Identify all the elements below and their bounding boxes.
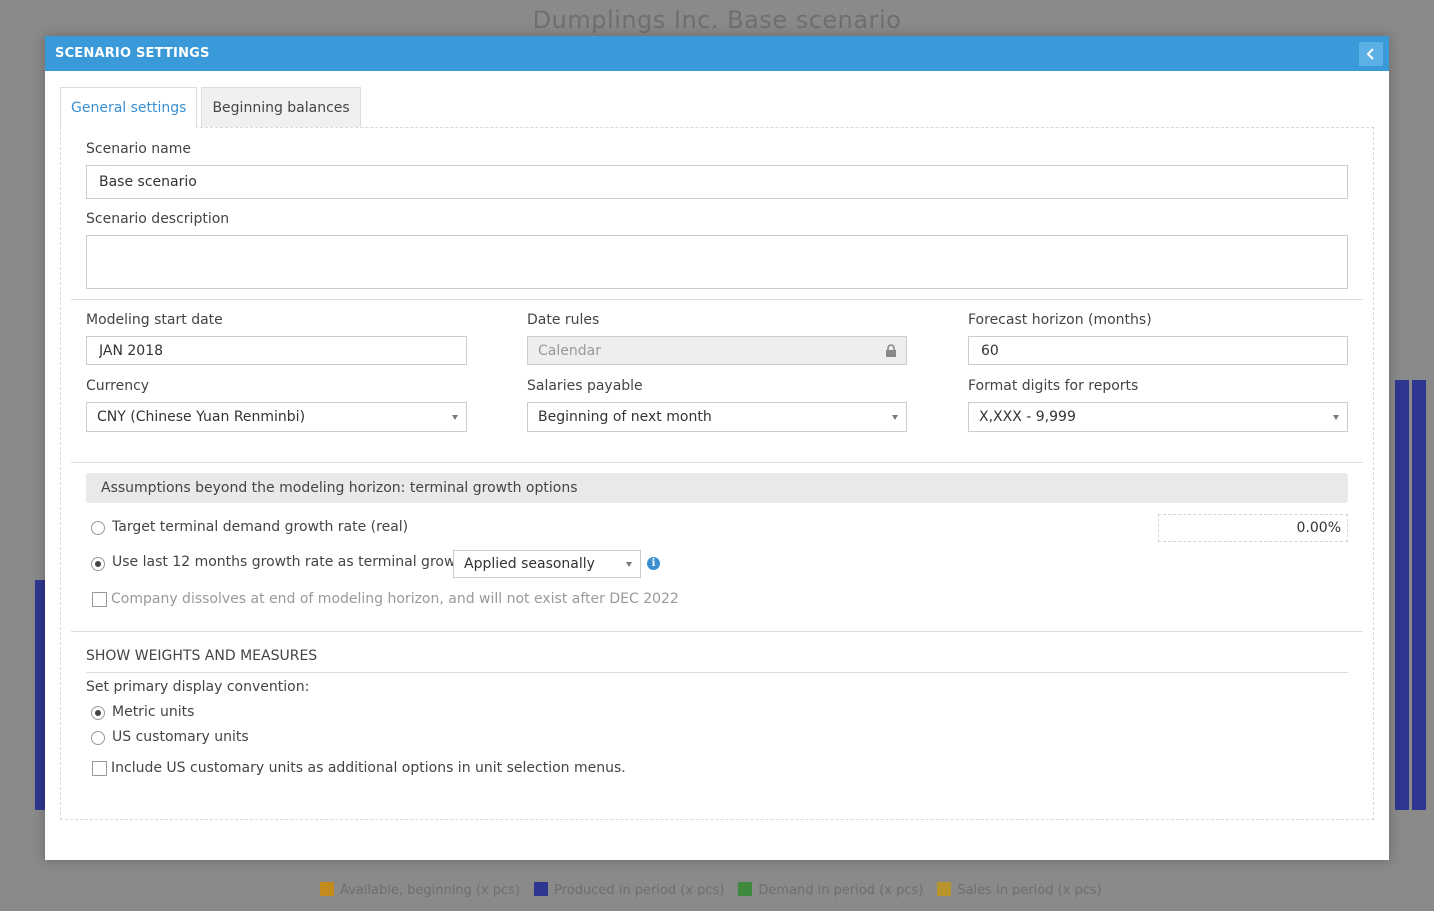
background-chart-bar-right-2 xyxy=(1412,380,1426,810)
legend-swatch xyxy=(937,882,952,896)
currency-select[interactable]: CNY (Chinese Yuan Renminbi) xyxy=(86,402,467,432)
format-digits-select[interactable]: X,XXX - 9,999 xyxy=(968,402,1348,432)
modal-title: SCENARIO SETTINGS xyxy=(55,46,210,61)
terminal-growth-section-title: Assumptions beyond the modeling horizon:… xyxy=(86,473,1348,503)
scenario-description-label: Scenario description xyxy=(86,211,230,227)
scenario-name-label: Scenario name xyxy=(86,141,192,157)
background-chart-legend: Available, beginning (x pcs) Produced in… xyxy=(320,882,1102,898)
background-chart-bar-left xyxy=(35,580,45,810)
chevron-down-icon xyxy=(452,415,458,420)
chevron-left-icon xyxy=(1366,47,1374,60)
seasonality-select[interactable]: Applied seasonally xyxy=(453,550,641,578)
scenario-settings-modal: SCENARIO SETTINGS General settings Begin… xyxy=(45,36,1389,860)
chevron-down-icon xyxy=(892,415,898,420)
divider xyxy=(71,631,1363,632)
salaries-payable-label: Salaries payable xyxy=(527,378,643,394)
date-rules-field: Calendar xyxy=(527,336,907,365)
background-chart-bar-right-1 xyxy=(1395,380,1409,810)
checkbox-company-dissolves[interactable] xyxy=(92,592,107,607)
company-dissolves-label: Company dissolves at end of modeling hor… xyxy=(111,591,679,607)
tab-general-settings[interactable]: General settings xyxy=(60,87,198,128)
chevron-down-icon xyxy=(626,562,632,567)
include-us-units-label: Include US customary units as additional… xyxy=(111,760,626,776)
scenario-name-input[interactable] xyxy=(86,165,1348,199)
modal-header: SCENARIO SETTINGS xyxy=(45,36,1389,71)
divider xyxy=(86,672,1348,673)
collapse-button[interactable] xyxy=(1359,41,1383,66)
radio-us-customary-units[interactable] xyxy=(91,731,105,745)
weights-measures-title: SHOW WEIGHTS AND MEASURES xyxy=(86,648,318,664)
divider xyxy=(71,299,1363,300)
scenario-description-input[interactable] xyxy=(86,235,1348,289)
tab-beginning-balances[interactable]: Beginning balances xyxy=(201,87,361,127)
format-digits-value: X,XXX - 9,999 xyxy=(979,409,1076,425)
modeling-start-input[interactable] xyxy=(86,336,467,365)
radio-target-terminal-growth[interactable] xyxy=(91,521,105,535)
format-digits-label: Format digits for reports xyxy=(968,378,1139,394)
salaries-payable-value: Beginning of next month xyxy=(538,409,712,425)
currency-label: Currency xyxy=(86,378,150,394)
currency-value: CNY (Chinese Yuan Renminbi) xyxy=(97,409,306,425)
lock-icon xyxy=(886,344,896,357)
salaries-payable-select[interactable]: Beginning of next month xyxy=(527,402,907,432)
date-rules-value: Calendar xyxy=(538,342,601,359)
target-terminal-growth-label: Target terminal demand growth rate (real… xyxy=(112,519,409,535)
background-title: Dumplings Inc. Base scenario xyxy=(532,6,902,34)
legend-swatch xyxy=(534,882,549,896)
forecast-horizon-input[interactable] xyxy=(968,336,1348,365)
legend-item: Available, beginning (x pcs) xyxy=(320,882,520,898)
forecast-horizon-label: Forecast horizon (months) xyxy=(968,312,1152,328)
metric-units-label: Metric units xyxy=(112,704,195,720)
target-terminal-growth-value: 0.00% xyxy=(1296,520,1341,536)
legend-swatch xyxy=(738,882,753,896)
info-icon[interactable]: i xyxy=(647,557,660,570)
legend-item: Sales in period (x pcs) xyxy=(937,882,1102,898)
divider xyxy=(71,462,1363,463)
legend-swatch xyxy=(320,882,334,896)
tab-bar: General settings Beginning balances xyxy=(60,87,361,128)
radio-last-12-months-growth[interactable] xyxy=(91,557,105,571)
target-terminal-growth-input[interactable]: 0.00% xyxy=(1158,514,1348,542)
date-rules-label: Date rules xyxy=(527,312,600,328)
radio-metric-units[interactable] xyxy=(91,706,105,720)
legend-item: Demand in period (x pcs) xyxy=(738,882,923,898)
chevron-down-icon xyxy=(1333,415,1339,420)
legend-item: Produced in period (x pcs) xyxy=(534,882,724,898)
last-12-months-growth-label: Use last 12 months growth rate as termin… xyxy=(112,554,470,570)
seasonality-value: Applied seasonally xyxy=(464,556,595,572)
checkbox-include-us-units[interactable] xyxy=(92,761,107,776)
general-settings-panel: Scenario name Scenario description Model… xyxy=(60,127,1374,820)
modeling-start-label: Modeling start date xyxy=(86,312,223,328)
display-convention-label: Set primary display convention: xyxy=(86,679,310,695)
us-customary-units-label: US customary units xyxy=(112,729,249,745)
